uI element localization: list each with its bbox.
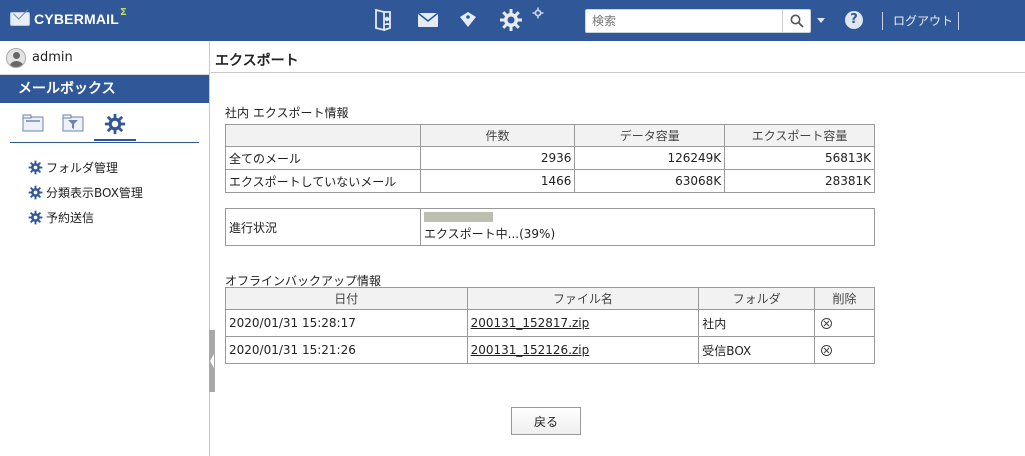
table-header: 件数 <box>419 124 576 147</box>
filter-icon <box>62 114 84 132</box>
username: admin <box>32 50 73 65</box>
mail-logo-icon <box>10 12 30 26</box>
small-gear-icon[interactable] <box>532 6 544 20</box>
mailbox-header: メールボックス <box>0 75 209 103</box>
gear-icon <box>28 210 43 225</box>
tab-filter[interactable] <box>60 111 86 135</box>
backup-date: 2020/01/31 15:21:26 <box>225 336 468 364</box>
back-button[interactable]: 戻る <box>511 407 581 435</box>
top-bar: CYBERMAIL Σ ? ログアウト <box>0 0 1025 41</box>
search-input[interactable] <box>586 10 782 32</box>
internal-export-label: 社内 エクスポート情報 <box>225 106 349 120</box>
progress-cell: エクスポート中...(39%) <box>420 208 875 246</box>
sidebar-item-label: 予約送信 <box>46 211 95 225</box>
table-header: データ容量 <box>574 124 726 147</box>
table-cell: 1466 <box>419 169 576 193</box>
backup-folder: 社内 <box>698 309 816 337</box>
table-header-row: 日付 ファイル名 フォルダ 削除 <box>225 287 875 310</box>
gear-icon <box>104 113 126 135</box>
table-row: 2020/01/31 15:28:17 200131_152817.zip 社内 <box>225 309 875 337</box>
table-header: 日付 <box>225 287 468 310</box>
backup-date: 2020/01/31 15:28:17 <box>225 309 468 337</box>
backup-folder: 受信BOX <box>698 336 816 364</box>
gear-icon <box>28 160 43 175</box>
table-cell: 56813K <box>724 146 875 170</box>
sidebar: admin メールボックス フォルダ管理 分類表示BOX管理 予約送信 <box>0 41 210 456</box>
search-icon <box>790 14 804 28</box>
table-header <box>225 124 421 147</box>
sidebar-tabs <box>10 103 199 143</box>
address-book-icon[interactable] <box>372 8 394 32</box>
search-box <box>585 9 811 33</box>
table-row: 2020/01/31 15:21:26 200131_152126.zip 受信… <box>225 336 875 364</box>
page-title: エクスポート <box>211 41 1025 73</box>
mail-icon[interactable] <box>417 8 439 32</box>
table-cell: 63068K <box>574 169 726 193</box>
search-button[interactable] <box>782 10 810 32</box>
tab-settings[interactable] <box>94 109 136 141</box>
progress-text: エクスポート中...(39%) <box>424 227 556 241</box>
avatar-icon <box>6 47 26 68</box>
backup-file-link[interactable]: 200131_152817.zip <box>471 316 590 330</box>
gear-icon <box>28 185 43 200</box>
sidebar-item-label: 分類表示BOX管理 <box>46 186 143 200</box>
table-cell: エクスポートしていないメール <box>225 169 421 193</box>
backup-table: 日付 ファイル名 フォルダ 削除 2020/01/31 15:28:17 200… <box>225 287 875 364</box>
sidebar-item-folder-management[interactable]: フォルダ管理 <box>28 155 209 180</box>
settings-gear-icon[interactable] <box>499 8 523 32</box>
user-info: admin <box>0 41 209 75</box>
table-header: エクスポート容量 <box>724 124 875 147</box>
backup-file-link[interactable]: 200131_152126.zip <box>471 343 590 357</box>
table-header: ファイル名 <box>466 287 700 310</box>
delete-icon[interactable] <box>821 345 833 356</box>
folder-icon <box>22 114 44 132</box>
table-header: フォルダ <box>698 287 816 310</box>
help-icon[interactable]: ? <box>845 11 863 29</box>
table-row: 全てのメール 2936 126249K 56813K <box>225 146 875 170</box>
progress-table: 進行状況 エクスポート中...(39%) <box>225 208 875 246</box>
brand-sigma: Σ <box>120 6 127 18</box>
progress-bar-fill <box>424 212 493 222</box>
sidebar-item-classification-box[interactable]: 分類表示BOX管理 <box>28 180 209 205</box>
progress-bar <box>424 212 600 222</box>
table-cell: 126249K <box>574 146 726 170</box>
sidebar-item-label: フォルダ管理 <box>46 161 119 175</box>
table-header: 削除 <box>814 287 875 310</box>
table-header-row: 件数 データ容量 エクスポート容量 <box>225 124 875 147</box>
settings-list: フォルダ管理 分類表示BOX管理 予約送信 <box>0 155 209 230</box>
sidebar-item-scheduled-send[interactable]: 予約送信 <box>28 205 209 230</box>
search-options-chevron-icon[interactable] <box>817 18 825 23</box>
progress-label: 進行状況 <box>225 208 421 246</box>
separator <box>882 12 883 30</box>
table-row: 進行状況 エクスポート中...(39%) <box>225 208 875 246</box>
brand-name: CYBERMAIL <box>34 11 120 27</box>
table-row: エクスポートしていないメール 1466 63068K 28381K <box>225 169 875 193</box>
export-info-table: 件数 データ容量 エクスポート容量 全てのメール 2936 126249K 56… <box>225 124 875 193</box>
table-cell: 2936 <box>419 146 576 170</box>
main-content: エクスポート 社内 エクスポート情報 件数 データ容量 エクスポート容量 全ての… <box>211 41 1025 456</box>
table-cell: 28381K <box>724 169 875 193</box>
tab-folders[interactable] <box>20 111 46 135</box>
table-cell: 全てのメール <box>225 146 421 170</box>
separator <box>958 12 959 30</box>
brand-logo[interactable]: CYBERMAIL Σ <box>10 6 127 29</box>
delete-icon[interactable] <box>821 318 833 329</box>
logout-link[interactable]: ログアウト <box>893 12 953 29</box>
tag-icon[interactable] <box>458 8 478 32</box>
